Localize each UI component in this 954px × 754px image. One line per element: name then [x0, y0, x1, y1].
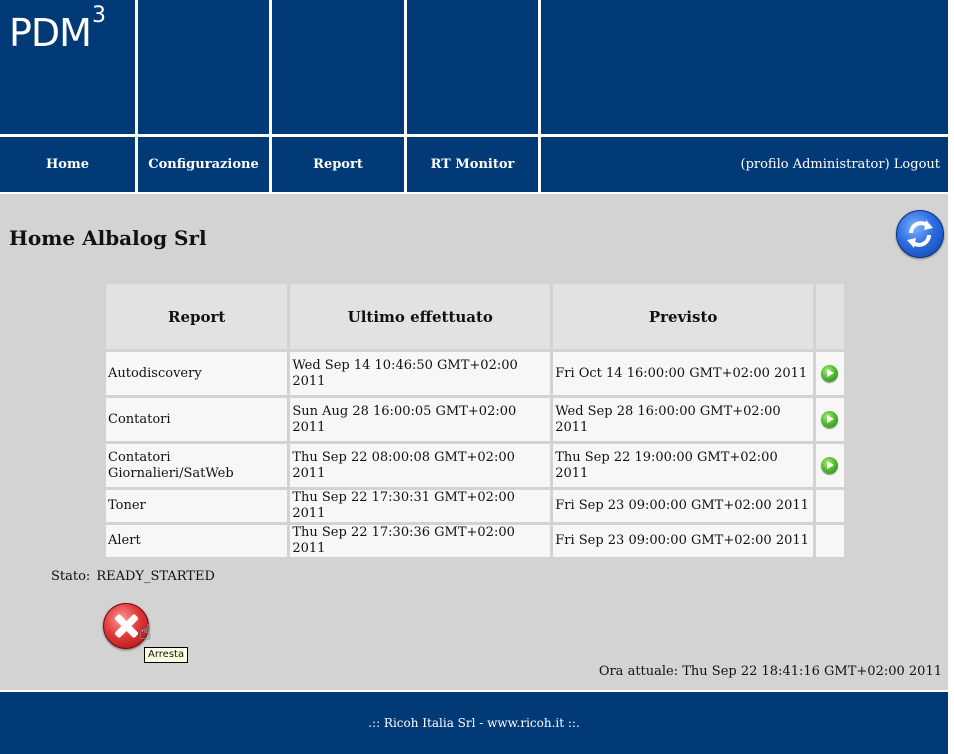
status-label: Stato: — [51, 569, 91, 584]
table-row: Toner Thu Sep 22 17:30:31 GMT+02:00 2011… — [106, 490, 847, 525]
actions-cell — [816, 444, 847, 490]
report-name: Autodiscovery — [106, 352, 291, 398]
report-name: Contatori Giornalieri/SatWeb — [106, 444, 291, 490]
report-name: Alert — [106, 525, 291, 560]
last-run: Thu Sep 22 17:30:31 GMT+02:00 2011 — [290, 490, 554, 525]
footer-text[interactable]: .:: Ricoh Italia Srl - www.ricoh.it ::. — [368, 716, 580, 730]
next-run: Thu Sep 22 19:00:00 GMT+02:00 2011 — [553, 444, 817, 490]
nav-report[interactable]: Report — [272, 137, 404, 192]
table-row: Alert Thu Sep 22 17:30:36 GMT+02:00 2011… — [106, 525, 847, 560]
header-spacer-3 — [407, 0, 538, 134]
footer: .:: Ricoh Italia Srl - www.ricoh.it ::. — [0, 692, 948, 754]
column-header-ultimo: Ultimo effettuato — [290, 284, 554, 352]
current-time: Ora attuale: Thu Sep 22 18:41:16 GMT+02:… — [598, 664, 942, 679]
actions-cell — [816, 398, 847, 444]
logo-cell: PDM3 — [0, 0, 135, 134]
table-row: Contatori Giornalieri/SatWeb Thu Sep 22 … — [106, 444, 847, 490]
page-title: Home Albalog Srl — [9, 226, 207, 250]
profile-label: (profilo Administrator) — [740, 157, 894, 172]
actions-cell — [816, 490, 847, 525]
next-run: Fri Sep 23 09:00:00 GMT+02:00 2011 — [553, 490, 817, 525]
status-line: Stato: READY_STARTED — [51, 569, 215, 584]
table-row: Contatori Sun Aug 28 16:00:05 GMT+02:00 … — [106, 398, 847, 444]
table-row: Autodiscovery Wed Sep 14 10:46:50 GMT+02… — [106, 352, 847, 398]
header-spacer-2 — [272, 0, 404, 134]
header-spacer-1 — [138, 0, 269, 134]
last-run: Thu Sep 22 17:30:36 GMT+02:00 2011 — [290, 525, 554, 560]
play-icon[interactable] — [821, 457, 839, 474]
report-name: Toner — [106, 490, 291, 525]
logout-link[interactable]: Logout — [894, 157, 940, 172]
actions-cell — [816, 352, 847, 398]
column-header-actions — [816, 284, 847, 352]
next-run: Wed Sep 28 16:00:00 GMT+02:00 2011 — [553, 398, 817, 444]
refresh-icon[interactable] — [896, 210, 944, 258]
next-run: Fri Oct 14 16:00:00 GMT+02:00 2011 — [553, 352, 817, 398]
app-logo[interactable]: PDM3 — [9, 5, 106, 56]
nav-home[interactable]: Home — [0, 137, 135, 192]
nav-user-area: (profilo Administrator) Logout — [541, 137, 948, 192]
header-spacer-4 — [541, 0, 948, 134]
last-run: Wed Sep 14 10:46:50 GMT+02:00 2011 — [290, 352, 554, 398]
last-run: Thu Sep 22 08:00:08 GMT+02:00 2011 — [290, 444, 554, 490]
play-icon[interactable] — [821, 365, 839, 382]
last-run: Sun Aug 28 16:00:05 GMT+02:00 2011 — [290, 398, 554, 444]
nav-rt-monitor[interactable]: RT Monitor — [407, 137, 538, 192]
header-banner: PDM3 Home Configurazione Report RT Monit… — [0, 0, 948, 192]
nav-configurazione[interactable]: Configurazione — [138, 137, 269, 192]
report-table: Report Ultimo effettuato Previsto Autodi… — [106, 284, 847, 560]
play-icon[interactable] — [821, 411, 839, 428]
stop-tooltip: Arresta — [144, 647, 189, 663]
column-header-previsto: Previsto — [553, 284, 817, 352]
column-header-report: Report — [106, 284, 291, 352]
table-header-row: Report Ultimo effettuato Previsto — [106, 284, 847, 352]
hand-cursor-icon: ☝ — [139, 620, 152, 644]
next-run: Fri Sep 23 09:00:00 GMT+02:00 2011 — [553, 525, 817, 560]
report-name: Contatori — [106, 398, 291, 444]
status-value: READY_STARTED — [96, 569, 215, 584]
actions-cell — [816, 525, 847, 560]
